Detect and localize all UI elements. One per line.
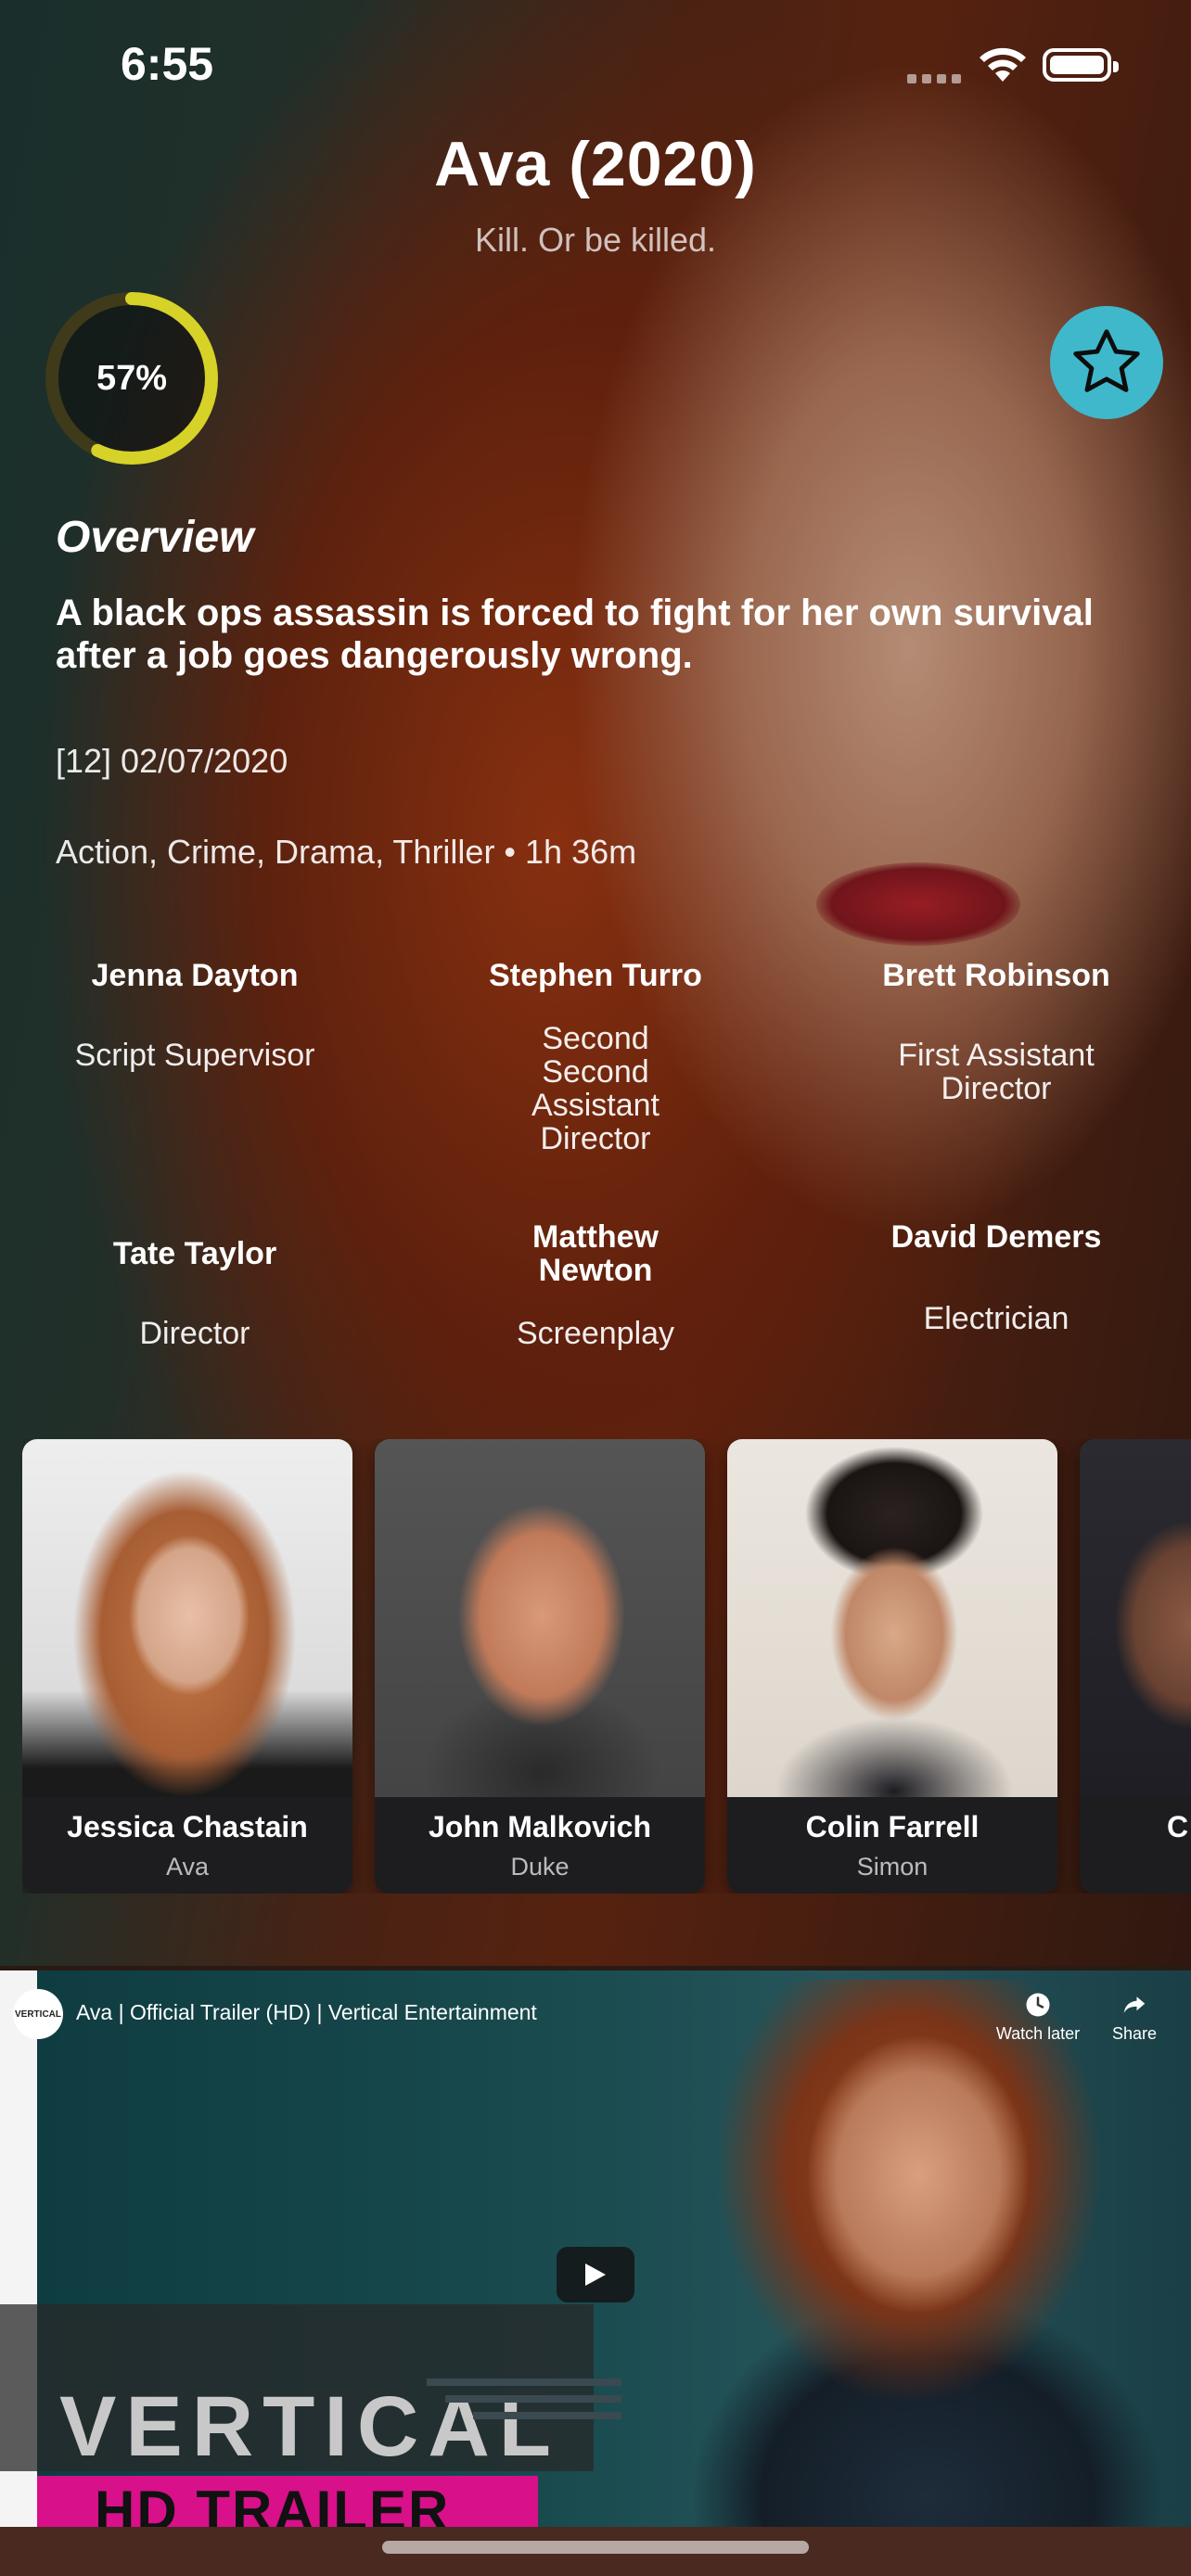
overview-heading: Overview [56,513,254,562]
trailer-video[interactable]: VERTICAL Ava | Official Trailer (HD) | V… [0,1970,1191,2527]
cast-card[interactable]: Jessica Chastain Ava [22,1439,352,1894]
channel-avatar[interactable]: VERTICAL [13,1989,63,2039]
crew-job: Director [139,1316,250,1351]
cast-carousel[interactable]: Jessica Chastain Ava John Malkovich Duke… [22,1439,1191,1894]
crew-name: David Demers [890,1219,1102,1255]
overview-text: A black ops assassin is forced to fight … [56,593,1094,676]
movie-tagline: Kill. Or be killed. [474,221,717,259]
cast-card[interactable]: Colin Farrell Simon [727,1439,1057,1894]
genres-runtime: Action, Crime, Drama, Thriller • 1h 36m [56,833,637,871]
wifi-icon [980,47,1026,82]
video-title[interactable]: Ava | Official Trailer (HD) | Vertical E… [76,2000,537,2025]
crew-name: Tate Taylor [112,1236,277,1271]
watch-later-button[interactable]: Watch later [987,1991,1089,2044]
status-bar: 6:55 [0,0,1191,130]
share-label: Share [1111,2024,1158,2043]
cast-card[interactable]: John Malkovich Duke [375,1439,705,1894]
hd-trailer-label: HD TRAILER [95,2480,451,2527]
cast-name: C [1167,1810,1189,1843]
crew-member[interactable]: Brett Robinson First Assistant Director [839,959,1154,1105]
crew-member[interactable]: Tate Taylor Director [37,1237,352,1350]
crew-member[interactable]: Jenna Dayton Script Supervisor [37,959,352,1072]
battery-icon [1043,48,1119,82]
crew-name: Jenna Dayton [91,958,299,993]
cast-character: Simon [856,1853,928,1881]
score-label: 57% [96,358,168,398]
home-indicator[interactable] [382,2541,809,2554]
crew-job: Second Second Assistant Director [531,1021,660,1156]
crew-member[interactable]: Matthew Newton Screenplay [438,1220,753,1350]
cast-photo [22,1439,352,1797]
share-icon [1123,1996,1146,2013]
cast-name: Jessica Chastain [67,1810,308,1843]
cast-name: John Malkovich [428,1810,652,1843]
cast-photo [375,1439,705,1797]
crew-name: Matthew Newton [532,1219,659,1288]
crew-job: Electrician [923,1301,1069,1336]
share-button[interactable]: Share [1083,1991,1185,2044]
crew-name: Stephen Turro [489,958,702,993]
crew-job: First Assistant Director [898,1038,1095,1106]
cast-character: Duke [510,1853,570,1881]
cast-photo [727,1439,1057,1797]
crew-job: Script Supervisor [74,1038,315,1073]
watch-later-label: Watch later [995,2024,1081,2043]
play-button[interactable] [557,2247,634,2302]
play-icon [585,2264,606,2286]
trailer-thumbnail [649,1980,1169,2527]
cellular-signal-icon [907,74,961,83]
movie-title: Ava (2020) [434,129,757,199]
crew-job: Screenplay [516,1316,675,1351]
release-info: [12] 02/07/2020 [56,742,288,780]
cast-name: Colin Farrell [805,1810,980,1843]
crew-member[interactable]: Stephen Turro Second Second Assistant Di… [438,959,753,1155]
crew-name: Brett Robinson [882,958,1110,993]
cast-card[interactable]: C [1080,1439,1191,1894]
star-icon [1073,329,1140,392]
cast-character: Ava [165,1853,210,1881]
clock-icon [1026,1993,1050,2017]
favorite-button[interactable] [1050,306,1163,419]
crew-member[interactable]: David Demers Electrician [839,1220,1154,1335]
status-time: 6:55 [121,38,214,90]
cast-photo [1080,1439,1191,1797]
brand-lines-graphic [427,2378,621,2419]
